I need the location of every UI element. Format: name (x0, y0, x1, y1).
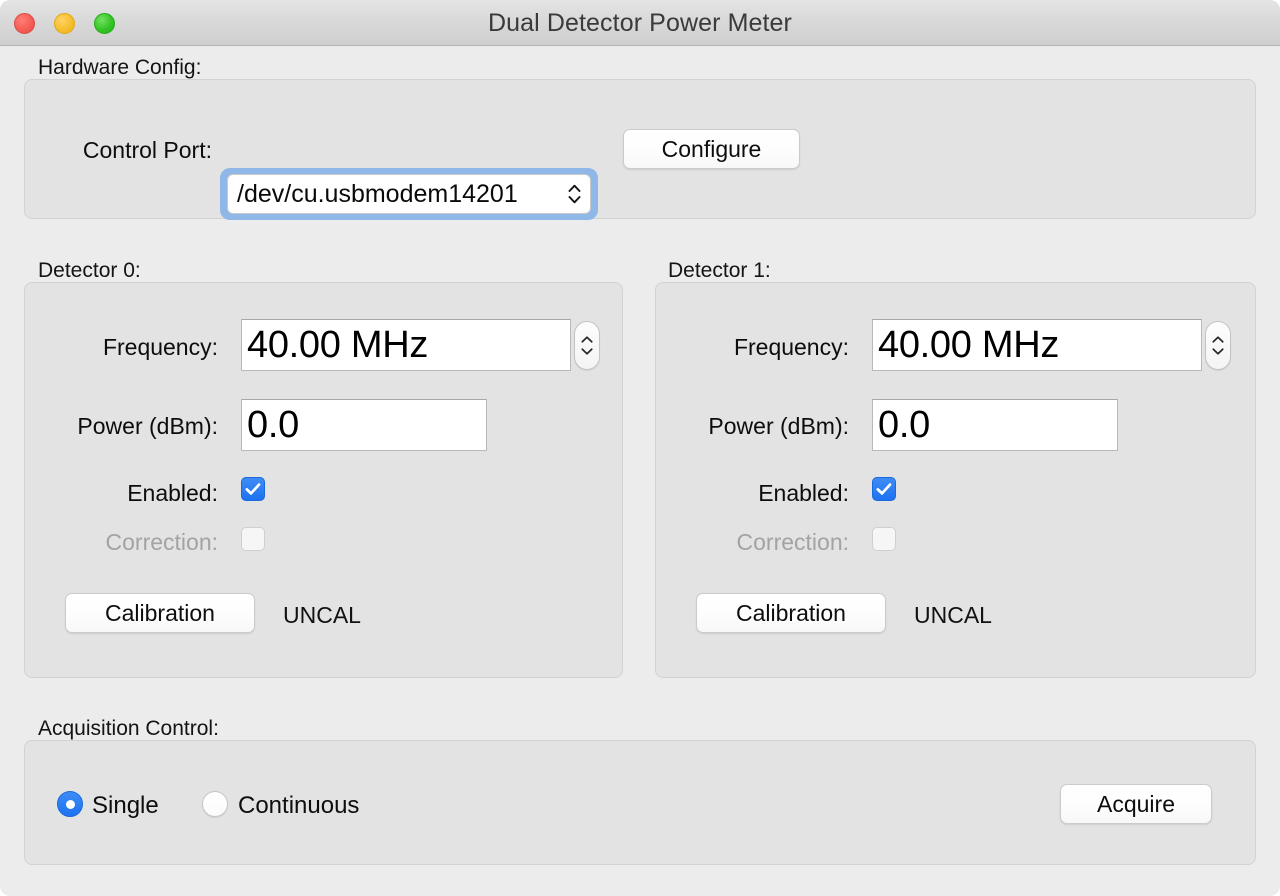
detector-0-enabled-checkbox[interactable] (241, 477, 265, 501)
detector-0-cal-status: UNCAL (283, 602, 361, 628)
detector-1-power-label: Power (dBm): (708, 413, 849, 439)
detector-1-correction-checkbox (872, 527, 896, 551)
app-window: Dual Detector Power Meter Hardware Confi… (0, 0, 1280, 896)
detector-0-power-input[interactable]: 0.0 (241, 399, 487, 451)
detector-0-enabled-label: Enabled: (127, 480, 218, 506)
acquisition-mode-single-radio[interactable] (57, 791, 83, 817)
chevron-updown-icon (568, 184, 581, 204)
detector-0-calibration-button[interactable]: Calibration (65, 593, 255, 633)
detector-0-power-label: Power (dBm): (77, 413, 218, 439)
detector-0-correction-checkbox (241, 527, 265, 551)
control-port-label: Control Port: (82, 137, 212, 163)
title-bar: Dual Detector Power Meter (0, 0, 1280, 46)
detector-1-frequency-label: Frequency: (733, 334, 849, 360)
window-content: Hardware Config: Control Port: /dev/cu.u… (0, 46, 1280, 896)
acquisition-mode-continuous-label[interactable]: Continuous (238, 792, 359, 820)
detector-1-frequency-input[interactable]: 40.00 MHz (872, 319, 1202, 371)
detector-1-label: Detector 1: (668, 259, 771, 282)
detector-1-enabled-label: Enabled: (758, 480, 849, 506)
detector-0-frequency-input[interactable]: 40.00 MHz (241, 319, 571, 371)
detector-1-power-input[interactable]: 0.0 (872, 399, 1118, 451)
detector-0-frequency-label: Frequency: (102, 334, 218, 360)
acquisition-control-label: Acquisition Control: (38, 717, 219, 740)
acquisition-mode-continuous-radio[interactable] (202, 791, 228, 817)
control-port-value: /dev/cu.usbmodem14201 (237, 179, 518, 208)
detector-0-label: Detector 0: (38, 259, 141, 282)
window-title: Dual Detector Power Meter (487, 9, 792, 37)
detector-1-enabled-checkbox[interactable] (872, 477, 896, 501)
detector-1-cal-status: UNCAL (914, 602, 992, 628)
detector-1-calibration-button[interactable]: Calibration (696, 593, 886, 633)
detector-0-correction-label: Correction: (105, 529, 218, 555)
acquisition-mode-single-label[interactable]: Single (92, 792, 159, 820)
detector-1-correction-label: Correction: (736, 529, 849, 555)
configure-button[interactable]: Configure (623, 129, 800, 169)
hardware-config-label: Hardware Config: (38, 56, 202, 79)
control-port-select[interactable]: /dev/cu.usbmodem14201 (227, 174, 591, 214)
acquire-button[interactable]: Acquire (1060, 784, 1212, 824)
detector-1-frequency-stepper[interactable] (1205, 321, 1231, 370)
detector-0-frequency-stepper[interactable] (574, 321, 600, 370)
